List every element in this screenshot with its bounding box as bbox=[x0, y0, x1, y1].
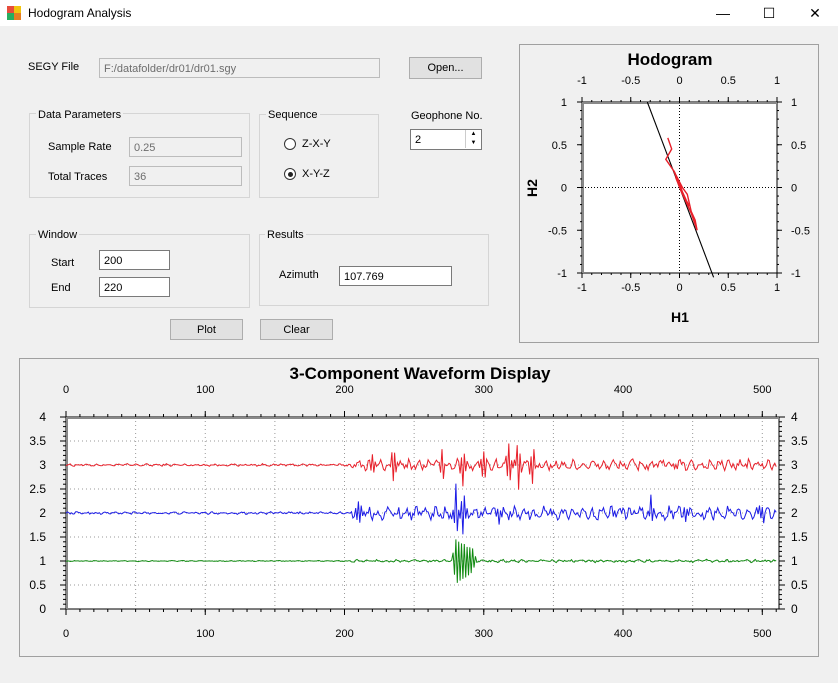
azimuth-label: Azimuth bbox=[279, 269, 319, 281]
waveform-ytick-label-left: 3.5 bbox=[29, 434, 46, 448]
hodogram-xtick-label-bottom: -1 bbox=[577, 282, 587, 294]
segy-path-field[interactable]: F:/datafolder/dr01/dr01.sgy bbox=[99, 58, 380, 78]
start-label: Start bbox=[51, 257, 75, 269]
hodogram-xtick-label-top: -0.5 bbox=[621, 75, 640, 87]
waveform-ytick-label-right: 0.5 bbox=[791, 578, 808, 592]
hodogram-xtick-label-top: -1 bbox=[577, 75, 587, 87]
waveform-ytick-label-left: 3 bbox=[39, 458, 46, 472]
minimize-button[interactable]: — bbox=[700, 0, 746, 26]
waveform-ytick-label-right: 0 bbox=[791, 602, 798, 616]
waveform-ytick-label-left: 0.5 bbox=[29, 578, 46, 592]
waveform-xtick-label-top: 200 bbox=[335, 384, 353, 396]
sequence-option-zxy[interactable]: Z-X-Y bbox=[284, 138, 354, 152]
hodogram-xtick-label-bottom: 1 bbox=[774, 282, 780, 294]
hodogram-ytick-label-left: -1 bbox=[557, 268, 567, 280]
waveform-xtick-label-bottom: 300 bbox=[475, 628, 493, 640]
segy-file-label: SEGY File bbox=[28, 61, 80, 73]
radio-zxy[interactable] bbox=[284, 138, 296, 150]
hodogram-xtick-label-top: 1 bbox=[774, 75, 780, 87]
hodogram-xtick-label-top: 0 bbox=[676, 75, 682, 87]
radio-xyz[interactable] bbox=[284, 168, 296, 180]
window-title: Hodogram Analysis bbox=[28, 6, 132, 20]
waveform-ytick-label-left: 1 bbox=[39, 554, 46, 568]
sequence-option-zxy-label: Z-X-Y bbox=[302, 138, 331, 150]
maximize-icon: ☐ bbox=[762, 4, 776, 21]
hodogram-ytick-label-left: 0.5 bbox=[552, 140, 567, 152]
minimize-icon: — bbox=[716, 5, 730, 21]
clear-button[interactable]: Clear bbox=[260, 319, 333, 340]
hodogram-ytick-label-right: -1 bbox=[791, 268, 801, 280]
results-title: Results bbox=[265, 229, 306, 241]
hodogram-ytick-label-right: 0.5 bbox=[791, 140, 806, 152]
spin-up-icon[interactable]: ▲ bbox=[465, 130, 481, 139]
waveform-ytick-label-right: 4 bbox=[791, 410, 798, 424]
sequence-title: Sequence bbox=[266, 109, 320, 121]
geophone-value: 2 bbox=[415, 134, 422, 146]
geophone-label: Geophone No. bbox=[411, 110, 483, 122]
waveform-title: 3-Component Waveform Display bbox=[289, 364, 551, 383]
waveform-xtick-label-bottom: 100 bbox=[196, 628, 214, 640]
waveform-ytick-label-right: 1 bbox=[791, 554, 798, 568]
sequence-option-xyz-label: X-Y-Z bbox=[302, 168, 330, 180]
waveform-xtick-label-bottom: 500 bbox=[753, 628, 771, 640]
hodogram-ytick-label-left: 1 bbox=[561, 97, 567, 109]
waveform-xtick-label-top: 300 bbox=[475, 384, 493, 396]
hodogram-ytick-label-right: 1 bbox=[791, 97, 797, 109]
sequence-option-xyz[interactable]: X-Y-Z bbox=[284, 168, 354, 182]
window-title-label: Window bbox=[36, 229, 80, 241]
waveform-xtick-label-bottom: 400 bbox=[614, 628, 632, 640]
data-parameters-title: Data Parameters bbox=[36, 109, 124, 121]
close-icon: ✕ bbox=[809, 4, 821, 21]
waveform-ytick-label-left: 1.5 bbox=[29, 530, 46, 544]
hodogram-panel: Hodogram -1 -1 -0.5 -0.5 0 0 0.5 0.5 1 1 1 1 0.5 0.5 0 0… bbox=[519, 44, 819, 343]
spin-down-icon[interactable]: ▼ bbox=[465, 139, 481, 148]
waveform-chart: 3-Component Waveform Display001001002002… bbox=[29, 364, 808, 640]
sample-rate-field[interactable]: 0.25 bbox=[129, 137, 242, 157]
waveform-xtick-label-top: 0 bbox=[63, 384, 69, 396]
waveform-panel: 3-Component Waveform Display 0 0 100 100 200 2… bbox=[19, 358, 819, 657]
hodogram-xtick-label-top: 0.5 bbox=[721, 75, 736, 87]
hodogram-xtick-label-bottom: -0.5 bbox=[621, 282, 640, 294]
sequence-group bbox=[259, 114, 379, 198]
sample-rate-label: Sample Rate bbox=[48, 141, 112, 153]
end-label: End bbox=[51, 282, 71, 294]
end-field[interactable]: 220 bbox=[99, 277, 170, 297]
waveform-ytick-label-right: 1.5 bbox=[791, 530, 808, 544]
waveform-xtick-label-top: 400 bbox=[614, 384, 632, 396]
hodogram-ytick-label-left: 0 bbox=[561, 183, 567, 195]
waveform-xtick-label-top: 100 bbox=[196, 384, 214, 396]
hodogram-ytick-label-left: -0.5 bbox=[548, 225, 567, 237]
hodogram-chart: Hodogram-1-1-0.5-0.5000.50.5111 10.5 0.50 0… bbox=[524, 50, 810, 325]
app-icon bbox=[7, 6, 21, 20]
maximize-button[interactable]: ☐ bbox=[746, 0, 792, 26]
hodogram-ytick-label-right: -0.5 bbox=[791, 225, 810, 237]
hodogram-ylabel: H2 bbox=[524, 179, 540, 197]
hodogram-xlabel: H1 bbox=[671, 309, 689, 325]
waveform-xtick-label-bottom: 200 bbox=[335, 628, 353, 640]
waveform-ytick-label-right: 3.5 bbox=[791, 434, 808, 448]
hodogram-xtick-label-bottom: 0.5 bbox=[721, 282, 736, 294]
waveform-ytick-label-left: 4 bbox=[39, 410, 46, 424]
waveform-xtick-label-bottom: 0 bbox=[63, 628, 69, 640]
waveform-ytick-label-left: 0 bbox=[39, 602, 46, 616]
hodogram-xtick-label-bottom: 0 bbox=[676, 282, 682, 294]
total-traces-field[interactable]: 36 bbox=[129, 166, 242, 186]
waveform-ytick-label-left: 2 bbox=[39, 506, 46, 520]
open-button[interactable]: Open... bbox=[409, 57, 482, 79]
waveform-ytick-label-right: 3 bbox=[791, 458, 798, 472]
hodogram-title: Hodogram bbox=[628, 50, 713, 69]
waveform-ytick-label-right: 2 bbox=[791, 506, 798, 520]
waveform-ytick-label-right: 2.5 bbox=[791, 482, 808, 496]
waveform-xtick-label-top: 500 bbox=[753, 384, 771, 396]
waveform-ytick-label-left: 2.5 bbox=[29, 482, 46, 496]
close-button[interactable]: ✕ bbox=[792, 0, 838, 26]
total-traces-label: Total Traces bbox=[48, 171, 108, 183]
azimuth-field[interactable]: 107.769 bbox=[339, 266, 452, 286]
plot-button[interactable]: Plot bbox=[170, 319, 243, 340]
start-field[interactable]: 200 bbox=[99, 250, 170, 270]
hodogram-ytick-label-right: 0 bbox=[791, 183, 797, 195]
